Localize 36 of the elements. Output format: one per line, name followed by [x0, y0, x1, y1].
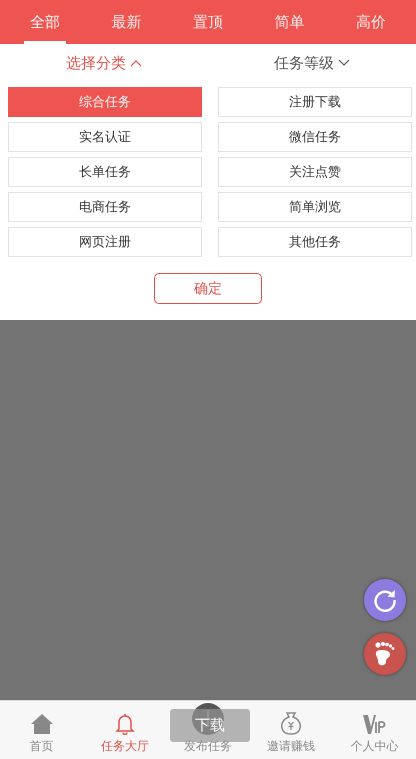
category-option[interactable]: 简单浏览: [218, 192, 412, 222]
nav-tab[interactable]: 首页: [0, 701, 84, 759]
category-option[interactable]: 电商任务: [8, 192, 202, 222]
category-option[interactable]: 综合任务: [8, 87, 202, 117]
filter-dropdown[interactable]: 任务等级: [208, 44, 416, 82]
tab[interactable]: 高价: [350, 0, 392, 44]
vip-icon: [362, 713, 386, 735]
home-icon: [30, 713, 54, 735]
category-option[interactable]: 注册下载: [218, 87, 412, 117]
download-toast: 下载: [170, 709, 250, 742]
footprint-button[interactable]: [364, 633, 406, 675]
refresh-button[interactable]: [364, 579, 406, 621]
category-option[interactable]: 长单任务: [8, 157, 202, 187]
nav-tab[interactable]: 邀请赚钱: [250, 701, 333, 759]
confirm-button[interactable]: 确定: [154, 273, 262, 304]
nav-label: 任务大厅: [100, 738, 149, 755]
tab[interactable]: 置顶: [186, 0, 229, 44]
category-option[interactable]: 实名认证: [8, 122, 202, 152]
tab[interactable]: 简单: [268, 0, 311, 44]
nav-label: 个人中心: [350, 738, 398, 755]
tab[interactable]: 最新: [105, 0, 148, 44]
category-option[interactable]: 微信任务: [218, 122, 412, 152]
nav-tab[interactable]: 任务大厅: [83, 701, 166, 759]
caret-icon: [130, 59, 142, 67]
filter-dropdown[interactable]: 选择分类: [0, 44, 208, 82]
category-option[interactable]: 网页注册: [8, 227, 202, 257]
bell-icon: [114, 713, 136, 735]
money-bag-icon: [280, 711, 302, 735]
footprint-icon: [373, 641, 397, 667]
refresh-icon: [372, 587, 398, 613]
caret-icon: [338, 59, 350, 67]
category-option[interactable]: 其他任务: [218, 227, 412, 257]
nav-label: 邀请赚钱: [267, 738, 316, 755]
category-option[interactable]: 关注点赞: [218, 157, 412, 187]
nav-tab[interactable]: 个人中心: [332, 701, 416, 759]
nav-label: 首页: [30, 738, 54, 755]
